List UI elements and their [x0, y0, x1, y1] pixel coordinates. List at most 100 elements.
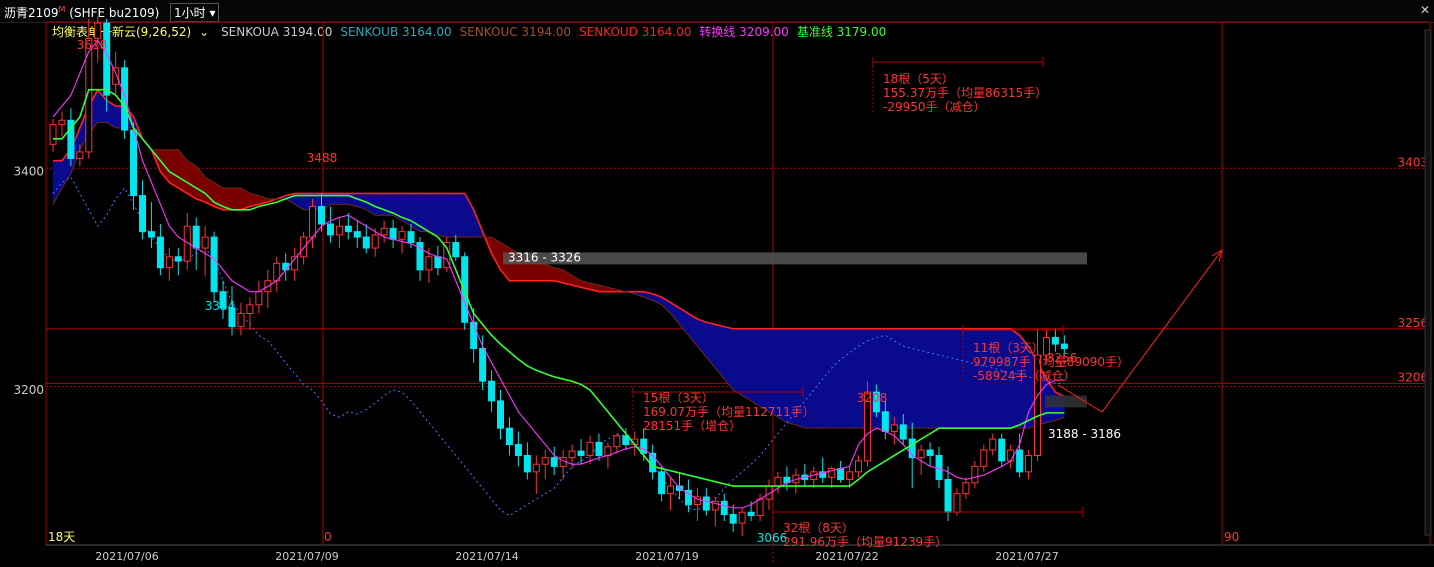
candle-body — [58, 119, 66, 126]
candle-body — [595, 441, 603, 456]
stat-text-0-2: -29950手（减仓） — [883, 100, 986, 114]
candle-body — [389, 227, 397, 240]
stat-text-0-1: 155.37万手（均量86315手） — [883, 86, 1047, 100]
cloud-segment — [822, 328, 832, 429]
candle-body — [855, 460, 862, 473]
right-price-label-2: 3206 — [1397, 370, 1428, 384]
bottom-label-1: 0 — [324, 530, 332, 544]
candle-body — [497, 400, 504, 429]
candle-body — [246, 304, 254, 315]
cloud-segment — [446, 193, 456, 238]
candle-body — [971, 465, 979, 484]
price-annotation-3: 3208 — [857, 391, 888, 405]
candle-body — [130, 129, 138, 197]
candle-body — [112, 67, 120, 85]
cloud-segment — [732, 328, 743, 396]
candle-body — [165, 256, 173, 269]
right-price-label-0: 3403 — [1397, 155, 1428, 169]
cloud-segment — [52, 160, 63, 205]
candle-body — [210, 236, 218, 293]
cloud-segment — [956, 328, 967, 429]
candlestick-chart: 3566 - 35803316 - 33263188 - 318618根（5天）… — [13, 16, 1434, 563]
candle-body — [76, 151, 84, 159]
candle-body — [1051, 337, 1059, 345]
candle-body — [756, 498, 764, 517]
price-annotation-4: 3066 — [757, 531, 788, 545]
candle-body — [407, 231, 415, 244]
candle-body — [702, 496, 710, 511]
candle-body — [344, 225, 352, 233]
candle-body — [49, 124, 57, 145]
cloud-segment — [437, 193, 448, 238]
candle-body — [640, 438, 648, 454]
price-annotation-0: 3618 — [77, 38, 108, 52]
cloud-segment — [911, 328, 922, 429]
cloud-segment — [706, 321, 716, 369]
candle-body — [174, 256, 182, 262]
price-annotation-2: 3334 — [205, 299, 236, 313]
candle-body — [94, 22, 102, 39]
right-scrollbar — [1424, 29, 1432, 536]
cloud-segment — [187, 160, 197, 200]
candle-body — [917, 449, 925, 459]
right-price-label-1: 3256 — [1397, 316, 1428, 330]
candle-body — [568, 450, 576, 459]
cloud-segment — [455, 193, 465, 238]
x-label-3: 2021/07/19 — [635, 550, 698, 563]
candle-body — [747, 511, 755, 517]
candle-body — [1007, 449, 1015, 462]
candle-body — [398, 231, 406, 240]
candle-body — [461, 256, 469, 323]
cloud-segment — [831, 328, 841, 429]
x-label-1: 2021/07/09 — [275, 550, 338, 563]
candle-body — [353, 231, 361, 238]
candle-body — [738, 511, 746, 524]
candle-body — [667, 485, 675, 495]
candle-body — [523, 454, 531, 473]
stat-text-1-1: 169.07万手（均量112711手） — [643, 405, 815, 419]
candle-body — [514, 444, 522, 456]
range-band-2 — [1045, 395, 1087, 408]
candle-body — [335, 225, 343, 236]
candle-body — [371, 234, 379, 249]
price-annotation-5: 3256 — [1047, 351, 1078, 365]
candle-body — [899, 424, 907, 440]
candle-body — [121, 67, 129, 131]
candle-body — [192, 225, 200, 249]
bottom-label-2: 90 — [1224, 530, 1239, 544]
x-label-2: 2021/07/14 — [455, 550, 518, 563]
cloud-segment — [840, 328, 850, 429]
stat-text-0-0: 18根（5天） — [883, 72, 954, 86]
candle-body — [729, 513, 737, 524]
cloud-segment — [920, 328, 931, 429]
candle-body — [846, 471, 854, 480]
cloud-segment — [947, 328, 958, 429]
cloud-segment — [813, 328, 823, 429]
stat-text-3-0: 32根（8天） — [783, 521, 854, 535]
bottom-label-0: 18天 — [48, 530, 75, 544]
candle-body — [532, 463, 540, 473]
cloud-segment — [929, 328, 940, 429]
candle-body — [980, 449, 988, 467]
candle-body — [425, 256, 433, 271]
candle-body — [774, 476, 782, 487]
candle-body — [326, 223, 334, 236]
candle-body — [147, 231, 155, 238]
candle-body — [488, 380, 496, 402]
candle-body — [613, 435, 621, 448]
candle-body — [479, 347, 487, 382]
range-label-2: 3188 - 3186 — [1048, 427, 1121, 441]
y-label-3400: 3400 — [13, 165, 44, 179]
candle-body — [470, 321, 478, 349]
candle-body — [139, 195, 146, 233]
cloud-segment — [750, 328, 761, 407]
candle-body — [926, 449, 934, 456]
candle-body — [201, 236, 209, 249]
cloud-segment — [741, 328, 752, 402]
candle-body — [720, 500, 728, 515]
candle-body — [362, 236, 370, 249]
price-annotation-1: 3488 — [307, 151, 338, 165]
candle-body — [255, 291, 263, 306]
candle-body — [577, 450, 585, 456]
candle-body — [837, 468, 845, 480]
